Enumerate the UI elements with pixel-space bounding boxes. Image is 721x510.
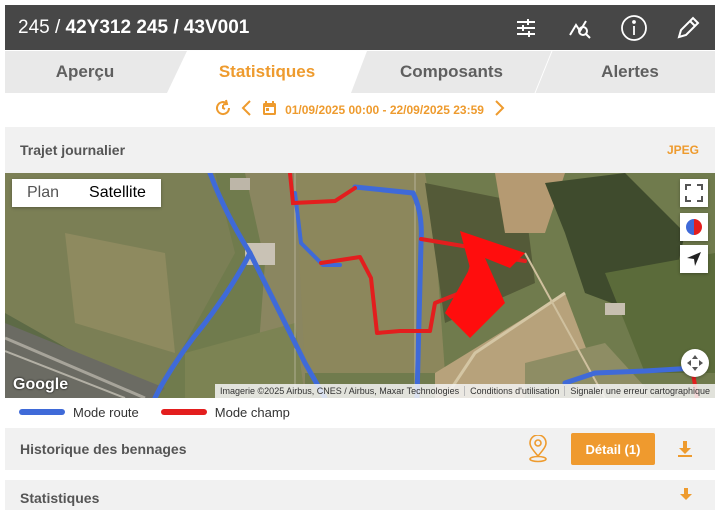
legend-route-swatch xyxy=(19,409,65,415)
info-icon[interactable] xyxy=(607,5,661,50)
legend-route: Mode route xyxy=(19,405,139,420)
tab-composants[interactable]: Composants xyxy=(360,51,543,93)
historique-section-header: Historique des bennages Détail (1) xyxy=(5,428,715,470)
tab-statistiques[interactable]: Statistiques xyxy=(167,51,367,93)
navigation-arrow-icon[interactable] xyxy=(680,245,708,273)
google-logo: Google xyxy=(13,376,69,393)
next-period-icon[interactable] xyxy=(492,99,506,122)
recenter-icon[interactable] xyxy=(681,349,709,377)
imagery-credit: Imagerie ©2025 Airbus, CNES / Airbus, Ma… xyxy=(215,386,466,396)
tab-alertes[interactable]: Alertes xyxy=(545,51,715,93)
download-icon[interactable] xyxy=(677,440,693,463)
date-range-text[interactable]: 01/09/2025 00:00 - 22/09/2025 23:59 xyxy=(285,103,484,117)
legend-champ-label: Mode champ xyxy=(214,404,290,420)
vehicle-title: 245 / 42Y312 245 / 43V001 xyxy=(18,17,249,39)
jpeg-export-link[interactable]: JPEG xyxy=(667,143,699,157)
layer-toggle-icon[interactable] xyxy=(680,213,708,241)
header-actions xyxy=(499,5,715,50)
date-range-bar: 01/09/2025 00:00 - 22/09/2025 23:59 xyxy=(5,93,715,127)
map-view[interactable]: Plan Satellite Google Imagerie ©2025 Air… xyxy=(5,173,715,398)
map-attribution: Imagerie ©2025 Airbus, CNES / Airbus, Ma… xyxy=(215,384,715,398)
legend-champ-swatch xyxy=(160,409,207,415)
statistiques-section-header: Statistiques xyxy=(5,480,715,510)
tab-apercu[interactable]: Aperçu xyxy=(5,51,165,93)
report-error-link[interactable]: Signaler une erreur cartographique xyxy=(565,386,715,396)
trajet-section-header: Trajet journalier JPEG xyxy=(5,127,715,173)
historique-title: Historique des bennages xyxy=(20,441,187,457)
previous-period-icon[interactable] xyxy=(240,99,254,122)
map-type-satellite-button[interactable]: Satellite xyxy=(74,179,161,207)
collapse-arrow-icon[interactable] xyxy=(679,488,693,507)
tab-bar: Aperçu Statistiques Composants Alertes xyxy=(5,51,715,93)
statistiques-title: Statistiques xyxy=(20,490,100,506)
legend-route-label: Mode route xyxy=(73,404,139,420)
top-bar: 245 / 42Y312 245 / 43V001 xyxy=(5,5,715,50)
fullscreen-icon[interactable] xyxy=(680,179,708,207)
title-prefix: 245 / xyxy=(18,16,66,38)
terms-link[interactable]: Conditions d'utilisation xyxy=(465,386,566,396)
detail-button[interactable]: Détail (1) xyxy=(571,433,655,465)
map-legend: Mode route Mode champ xyxy=(5,398,715,426)
refresh-icon[interactable] xyxy=(214,99,232,122)
calendar-icon[interactable] xyxy=(262,100,277,121)
sliders-icon[interactable] xyxy=(499,5,553,50)
trajet-title: Trajet journalier xyxy=(20,142,126,158)
no-signal-icon[interactable] xyxy=(553,5,607,50)
location-pin-icon[interactable] xyxy=(527,434,549,468)
map-type-control: Plan Satellite xyxy=(12,179,161,207)
pencil-icon[interactable] xyxy=(661,5,715,50)
title-main: 42Y312 245 / 43V001 xyxy=(65,16,250,38)
map-type-plan-button[interactable]: Plan xyxy=(12,179,74,207)
legend-champ: Mode champ xyxy=(160,404,290,420)
